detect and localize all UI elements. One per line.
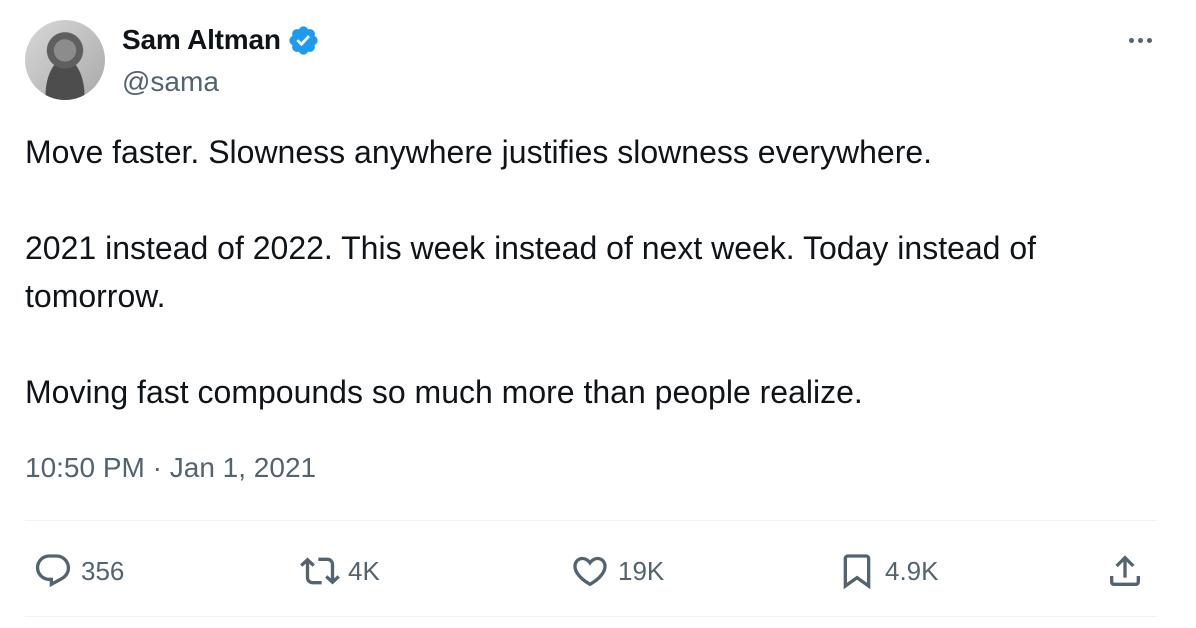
like-count: 19K [618,555,665,586]
retweet-icon [300,557,340,585]
author-name[interactable]: Sam Altman [122,22,281,58]
reply-button[interactable]: 356 [33,540,124,602]
tweet-text: Move faster. Slowness anywhere justifies… [25,128,1155,416]
tweet-paragraph: Moving fast compounds so much more than … [25,374,863,410]
tweet-paragraph: Move faster. Slowness anywhere justifies… [25,134,933,170]
bookmark-icon [843,554,871,590]
avatar[interactable] [25,20,105,100]
share-icon [1110,555,1140,586]
retweet-button[interactable]: 4K [300,540,380,602]
tweet-timestamp[interactable]: 10:50 PM · Jan 1, 2021 [25,448,316,488]
like-icon [573,556,607,587]
verified-badge-icon[interactable] [287,24,320,57]
bookmark-count: 4.9K [885,555,939,586]
tweet-date[interactable]: Jan 1, 2021 [170,452,316,483]
more-dot-icon [1146,37,1152,43]
action-bar: 356 4K 19K 4.9K [25,540,1157,602]
share-button[interactable] [1105,540,1145,602]
divider [25,520,1157,521]
retweet-count: 4K [348,555,380,586]
more-dot-icon [1137,37,1143,43]
reply-icon [35,554,71,588]
meta-separator: · [152,452,162,483]
bookmark-button[interactable]: 4.9K [837,540,939,602]
reply-count: 356 [81,555,125,586]
like-button[interactable]: 19K [570,540,664,602]
more-options-button[interactable] [1119,22,1161,58]
more-dot-icon [1128,37,1134,43]
divider [25,616,1157,617]
tweet-paragraph: 2021 instead of 2022. This week instead … [25,230,1037,314]
tweet-time[interactable]: 10:50 PM [25,452,145,483]
author-handle[interactable]: @sama [122,64,219,100]
author-row: Sam Altman [122,22,320,58]
